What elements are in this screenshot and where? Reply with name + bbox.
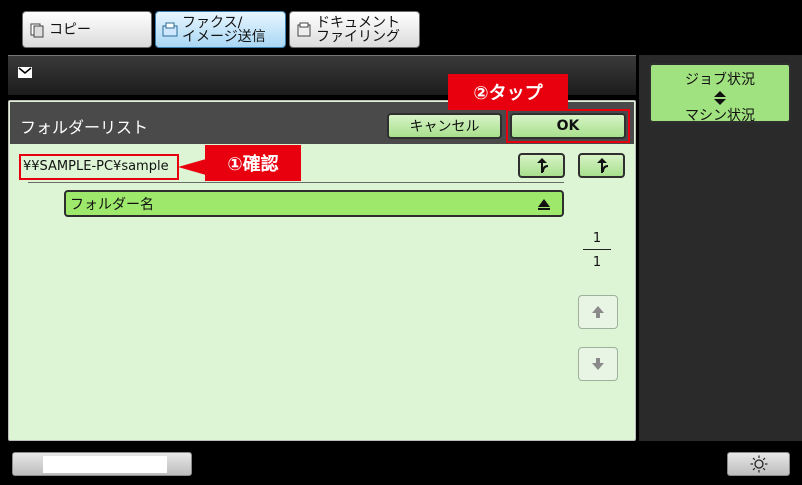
- tab-document-filing-label: ドキュメント ファイリング: [316, 14, 400, 45]
- job-status-label: ジョブ状況: [685, 72, 755, 88]
- brightness-button[interactable]: [727, 452, 790, 476]
- fax-icon: [162, 22, 178, 36]
- tab-copy[interactable]: コピー: [22, 11, 152, 48]
- page-down-icon: [592, 358, 604, 370]
- cancel-button[interactable]: キャンセル: [387, 113, 502, 139]
- page-down-button[interactable]: [578, 347, 618, 381]
- panel-title: フォルダーリスト: [20, 118, 149, 137]
- page-current: 1: [592, 231, 602, 246]
- document-filing-icon: [297, 22, 311, 36]
- bottom-left-field: [43, 456, 167, 473]
- page-fraction-line: [583, 249, 611, 250]
- page-up-button[interactable]: [578, 295, 618, 329]
- mail-icon: [18, 67, 32, 78]
- ok-highlight: [506, 109, 630, 143]
- tab-fax-image-send-label: ファクス/ イメージ送信: [182, 14, 266, 45]
- path-divider: [28, 182, 564, 183]
- folder-name-label: フォルダー名: [70, 196, 154, 213]
- path-highlight: [19, 154, 179, 180]
- page-up-icon: [592, 306, 604, 318]
- brightness-icon: [750, 455, 767, 473]
- tap-callout: ②タップ: [448, 74, 568, 110]
- root-folder-icon: [596, 157, 608, 173]
- page-total: 1: [592, 255, 602, 270]
- tab-document-filing[interactable]: ドキュメント ファイリング: [289, 11, 420, 48]
- confirm-callout-pointer: [178, 159, 206, 175]
- job-status-button[interactable]: ジョブ状況 マシン状況: [649, 63, 791, 124]
- up-folder-button[interactable]: [518, 153, 565, 178]
- bottom-left-button[interactable]: [12, 452, 192, 476]
- sort-ascending-icon: [538, 199, 550, 210]
- tab-copy-label: コピー: [49, 21, 91, 38]
- folder-list-panel: [8, 100, 636, 441]
- copy-icon: [30, 23, 44, 37]
- swap-icon: [714, 91, 726, 105]
- root-folder-button[interactable]: [578, 153, 625, 178]
- tab-fax-image-send[interactable]: ファクス/ イメージ送信: [155, 11, 286, 48]
- confirm-callout: ①確認: [205, 145, 301, 181]
- folder-name-column-header[interactable]: フォルダー名: [64, 190, 564, 217]
- up-folder-icon: [536, 157, 548, 173]
- machine-status-label: マシン状況: [685, 108, 755, 124]
